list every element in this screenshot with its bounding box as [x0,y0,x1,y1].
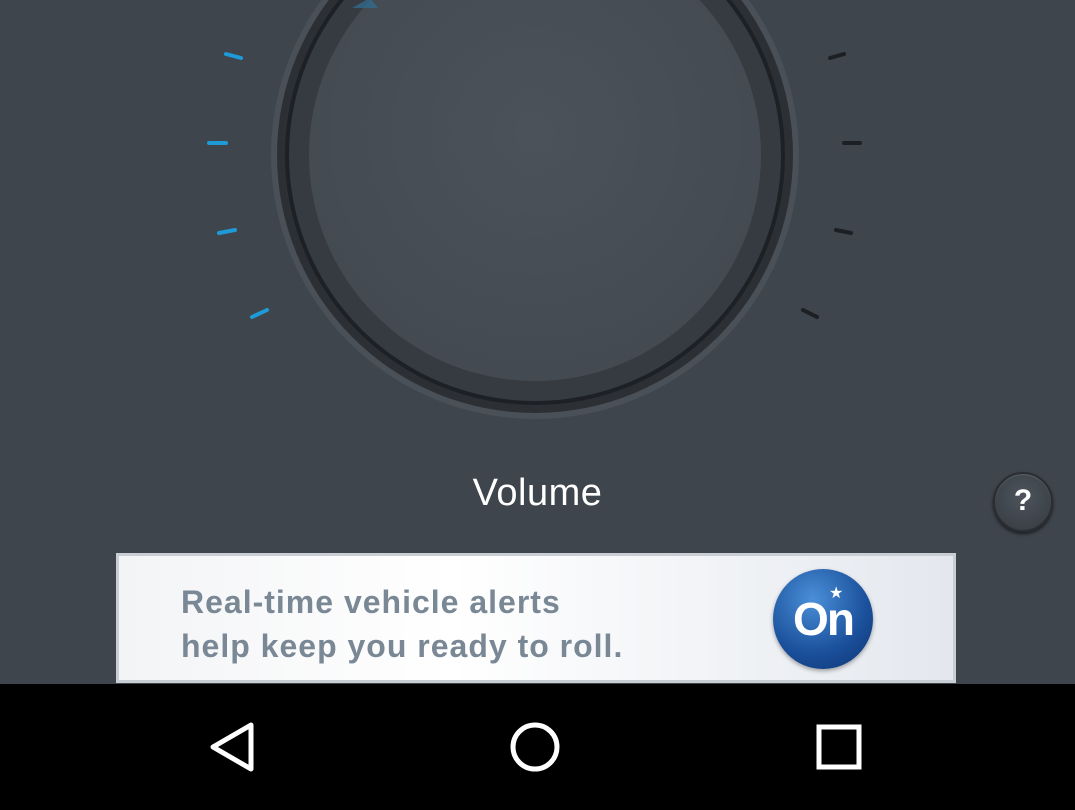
ad-text: Real-time vehicle alerts help keep you r… [181,580,741,668]
volume-tick-inactive [828,52,846,60]
home-icon [510,722,560,772]
help-button[interactable]: ? [993,472,1053,532]
recents-icon [816,724,862,770]
volume-tick-active [224,52,243,60]
recents-button[interactable] [779,684,899,810]
back-icon [210,722,254,772]
volume-dial-area [0,0,1075,440]
system-nav-bar [0,684,1075,810]
ad-logo-star: ★ [829,585,844,602]
volume-tick-inactive [834,228,853,235]
ad-logo-text: On [793,593,855,645]
ad-text-line1: Real-time vehicle alerts [181,584,561,620]
volume-ticks-inactive [801,52,862,319]
volume-label: Volume [472,472,603,514]
volume-tick-active [250,308,269,319]
ad-banner[interactable]: Real-time vehicle alerts help keep you r… [116,553,956,683]
back-button[interactable] [175,684,295,810]
volume-ticks-active [207,52,269,319]
home-button[interactable] [475,684,595,810]
volume-dial[interactable] [0,0,1075,440]
ad-text-line2: help keep you ready to roll. [181,628,624,664]
app-screen: Volume ? Real-time vehicle alerts help k… [0,0,1075,684]
onstar-logo-icon: On ★ [773,569,873,669]
volume-tick-inactive [801,308,819,319]
volume-tick-active [217,228,237,235]
